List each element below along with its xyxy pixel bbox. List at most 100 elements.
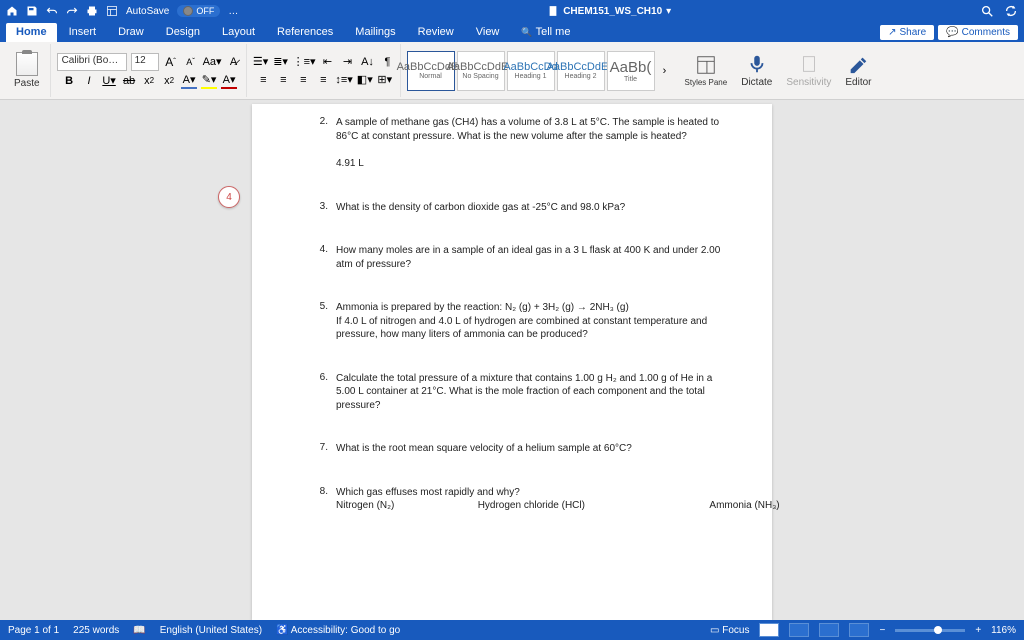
underline-button[interactable]: U▾: [101, 73, 117, 89]
title-bar: AutoSave OFF … CHEM151_WS_CH10 ▾: [0, 0, 1024, 22]
comment-badge[interactable]: 4: [218, 186, 240, 208]
tab-view[interactable]: View: [466, 23, 510, 42]
status-bar: Page 1 of 1 225 words 📖 English (United …: [0, 620, 1024, 640]
q4-body[interactable]: How many moles are in a sample of an ide…: [336, 244, 732, 271]
document-title[interactable]: CHEM151_WS_CH10: [563, 6, 662, 17]
view-print-button[interactable]: [789, 623, 809, 637]
style-title[interactable]: AaBb(Title: [607, 51, 655, 91]
tab-references[interactable]: References: [267, 23, 343, 42]
multilevel-button[interactable]: ⋮≡▾: [293, 54, 316, 70]
bold-button[interactable]: B: [61, 73, 77, 89]
styles-group: AaBbCcDdEeNormal AaBbCcDdEeNo Spacing Aa…: [403, 44, 677, 97]
view-web-button[interactable]: [819, 623, 839, 637]
q5-body[interactable]: Ammonia is prepared by the reaction: N₂ …: [336, 301, 732, 342]
text-effects-button[interactable]: A▾: [181, 73, 197, 89]
styles-more-button[interactable]: ›: [657, 63, 673, 79]
status-accessibility[interactable]: ♿ Accessibility: Good to go: [276, 625, 400, 636]
share-button[interactable]: ↗Share: [880, 25, 934, 40]
status-page[interactable]: Page 1 of 1: [8, 625, 59, 636]
autosave-label: AutoSave: [126, 6, 169, 17]
q-num: 4.: [312, 244, 328, 271]
autosave-toggle[interactable]: OFF: [177, 5, 220, 17]
q2-body[interactable]: A sample of methane gas (CH4) has a volu…: [336, 116, 732, 171]
redo-icon[interactable]: [66, 5, 78, 17]
tab-mailings[interactable]: Mailings: [345, 23, 405, 42]
status-language[interactable]: English (United States): [160, 625, 262, 636]
align-right-button[interactable]: ≡: [295, 72, 311, 88]
clear-format-button[interactable]: A̷: [226, 54, 242, 70]
zoom-slider[interactable]: [895, 629, 965, 632]
zoom-level[interactable]: 116%: [991, 625, 1016, 636]
shrink-font-button[interactable]: Aˇ: [183, 54, 199, 70]
line-spacing-button[interactable]: ↕≡▾: [335, 72, 352, 88]
print-icon[interactable]: [86, 5, 98, 17]
save-icon[interactable]: [26, 5, 38, 17]
tab-home[interactable]: Home: [6, 23, 57, 42]
dictate-label: Dictate: [741, 77, 772, 88]
style-nospacing[interactable]: AaBbCcDdEeNo Spacing: [457, 51, 505, 91]
q8-body[interactable]: Which gas effuses most rapidly and why?N…: [336, 486, 780, 513]
paste-button[interactable]: Paste: [8, 48, 46, 93]
tab-tellme[interactable]: Tell me: [511, 23, 580, 42]
shading-button[interactable]: ◧▾: [357, 72, 373, 88]
highlight-button[interactable]: ✎▾: [201, 73, 217, 89]
borders-button[interactable]: ⊞▾: [377, 72, 393, 88]
comments-button[interactable]: 💬Comments: [938, 25, 1018, 40]
tab-layout[interactable]: Layout: [212, 23, 265, 42]
tab-review[interactable]: Review: [408, 23, 464, 42]
chevron-down-icon[interactable]: ▾: [666, 6, 671, 17]
font-color-button[interactable]: A▾: [221, 73, 237, 89]
sensitivity-label: Sensitivity: [786, 77, 831, 88]
q7-body[interactable]: What is the root mean square velocity of…: [336, 442, 732, 456]
sort-button[interactable]: A↓: [360, 54, 376, 70]
ribbon-tabs: Home Insert Draw Design Layout Reference…: [0, 22, 1024, 42]
q8-choices: Nitrogen (N₂) Hydrogen chloride (HCl) Am…: [336, 499, 780, 513]
tab-design[interactable]: Design: [156, 23, 210, 42]
clipboard-icon: [16, 52, 38, 76]
outdent-button[interactable]: ⇤: [320, 54, 336, 70]
font-size-select[interactable]: 12: [131, 53, 159, 71]
status-words[interactable]: 225 words: [73, 625, 119, 636]
change-case-button[interactable]: Aa▾: [203, 54, 222, 70]
view-read-button[interactable]: [759, 623, 779, 637]
superscript-button[interactable]: x2: [161, 73, 177, 89]
template-icon[interactable]: [106, 5, 118, 17]
sensitivity-button[interactable]: Sensitivity: [780, 53, 837, 88]
more-icon[interactable]: …: [228, 6, 238, 17]
q-num: 3.: [312, 201, 328, 215]
home-icon[interactable]: [6, 5, 18, 17]
grow-font-button[interactable]: Aˆ: [163, 54, 179, 70]
document-area[interactable]: 4 2.A sample of methane gas (CH4) has a …: [0, 100, 1024, 620]
bullets-button[interactable]: ☰▾: [253, 54, 269, 70]
view-outline-button[interactable]: [849, 623, 869, 637]
zoom-out-button[interactable]: −: [879, 625, 885, 636]
justify-button[interactable]: ≡: [315, 72, 331, 88]
font-name-select[interactable]: Calibri (Bo…: [57, 53, 127, 71]
align-left-button[interactable]: ≡: [255, 72, 271, 88]
search-icon[interactable]: [980, 4, 994, 18]
zoom-in-button[interactable]: +: [975, 625, 981, 636]
styles-pane-button[interactable]: Styles Pane: [679, 54, 734, 87]
q3-body[interactable]: What is the density of carbon dioxide ga…: [336, 201, 732, 215]
undo-icon[interactable]: [46, 5, 58, 17]
align-center-button[interactable]: ≡: [275, 72, 291, 88]
subscript-button[interactable]: x2: [141, 73, 157, 89]
indent-button[interactable]: ⇥: [340, 54, 356, 70]
style-heading2[interactable]: AaBbCcDdEeHeading 2: [557, 51, 605, 91]
q6-body[interactable]: Calculate the total pressure of a mixtur…: [336, 372, 732, 413]
tab-insert[interactable]: Insert: [59, 23, 107, 42]
sync-icon[interactable]: [1004, 4, 1018, 18]
tab-draw[interactable]: Draw: [108, 23, 154, 42]
italic-button[interactable]: I: [81, 73, 97, 89]
titlebar-left: AutoSave OFF …: [6, 5, 238, 17]
editor-button[interactable]: Editor: [839, 53, 877, 88]
share-label: Share: [900, 27, 927, 38]
status-spellcheck-icon[interactable]: 📖: [133, 625, 145, 636]
focus-mode[interactable]: ▭ Focus: [710, 625, 749, 636]
strike-button[interactable]: ab: [121, 73, 137, 89]
dictate-button[interactable]: Dictate: [735, 53, 778, 88]
q-num: 7.: [312, 442, 328, 456]
numbering-button[interactable]: ≣▾: [273, 54, 289, 70]
page[interactable]: 4 2.A sample of methane gas (CH4) has a …: [252, 104, 772, 620]
show-marks-button[interactable]: ¶: [380, 54, 396, 70]
